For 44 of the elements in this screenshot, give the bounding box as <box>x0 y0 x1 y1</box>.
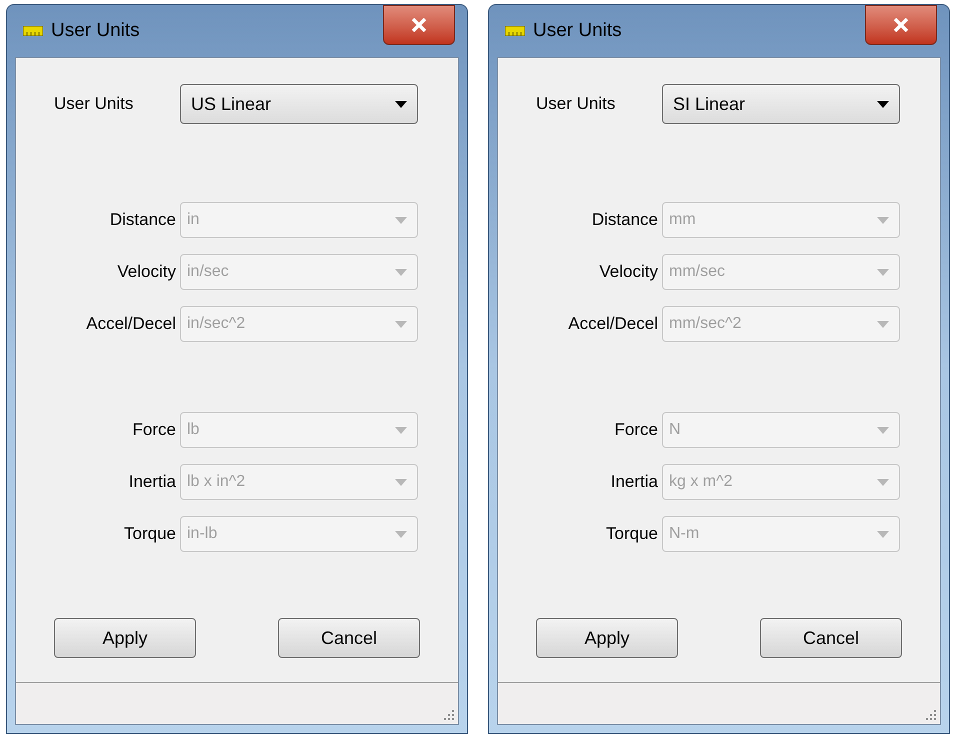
field-label: Velocity <box>598 261 659 284</box>
ruler-icon <box>505 26 525 36</box>
ruler-icon <box>23 26 43 36</box>
field-label: User Units <box>536 93 616 116</box>
field-label: Torque <box>605 523 659 546</box>
dialog-button[interactable]: Apply <box>54 618 196 658</box>
caret-icon <box>395 320 407 328</box>
field-label: Force <box>132 419 177 442</box>
caret-icon <box>877 426 889 434</box>
caret-icon <box>877 216 889 224</box>
window-title: User Units <box>533 18 622 43</box>
field-label: Inertia <box>610 471 659 494</box>
caret-icon <box>877 478 889 486</box>
caret-icon <box>395 100 407 108</box>
resize-grip-icon <box>926 710 936 720</box>
close-icon <box>893 18 909 32</box>
close-icon <box>411 18 427 32</box>
field-label: Distance <box>108 209 177 232</box>
caret-icon <box>877 530 889 538</box>
caret-icon <box>877 268 889 276</box>
units-dropdown[interactable]: US Linear <box>180 84 418 124</box>
caret-icon <box>395 530 407 538</box>
window-title: User Units <box>51 18 140 43</box>
caret-icon <box>395 426 407 434</box>
close-button[interactable] <box>865 5 937 45</box>
close-button[interactable] <box>383 5 455 45</box>
field-label: Velocity <box>116 261 177 284</box>
dialog-button[interactable]: Cancel <box>760 618 902 658</box>
caret-icon <box>395 268 407 276</box>
caret-icon <box>395 478 407 486</box>
field-label: Accel/Decel <box>85 313 177 336</box>
caret-icon <box>395 216 407 224</box>
units-dropdown[interactable]: SI Linear <box>662 84 900 124</box>
resize-grip-icon <box>444 710 454 720</box>
field-label: Distance <box>590 209 659 232</box>
field-label: Inertia <box>128 471 177 494</box>
field-label: Torque <box>123 523 177 546</box>
field-label: Force <box>614 419 659 442</box>
caret-icon <box>877 320 889 328</box>
field-label: Accel/Decel <box>567 313 659 336</box>
dialog-button[interactable]: Apply <box>536 618 678 658</box>
caret-icon <box>877 100 889 108</box>
field-label: User Units <box>54 93 134 116</box>
dialog-button[interactable]: Cancel <box>278 618 420 658</box>
